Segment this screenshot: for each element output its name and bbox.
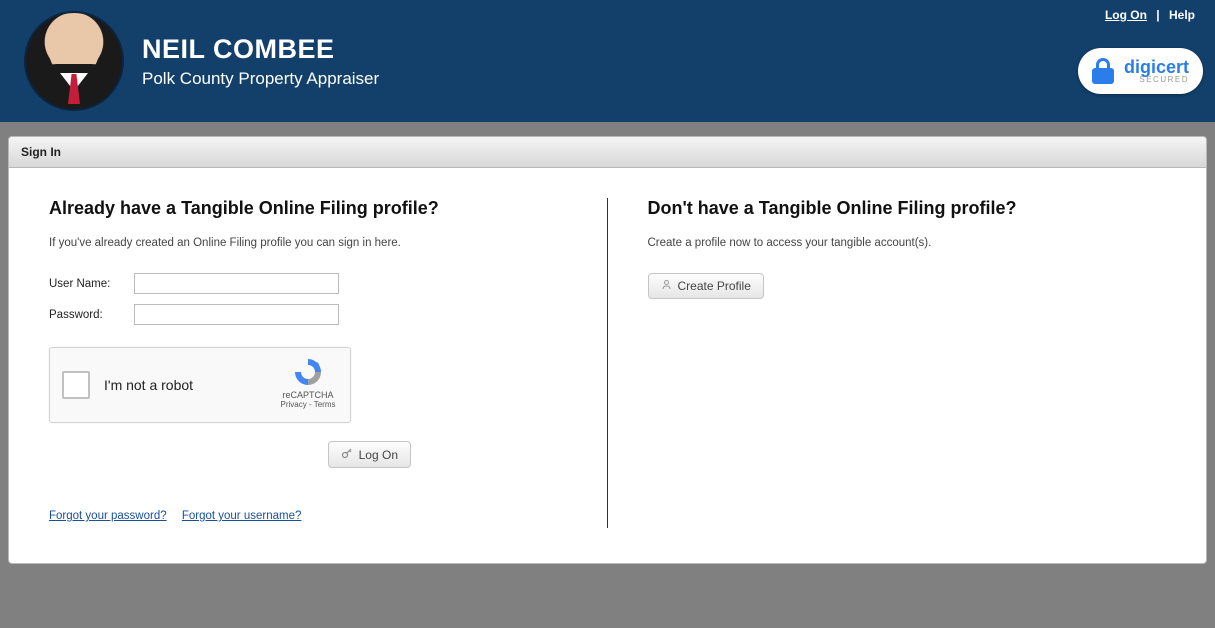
signin-desc: If you've already created an Online Fili… xyxy=(49,237,567,249)
signin-panel: Sign In Already have a Tangible Online F… xyxy=(8,136,1207,564)
site-header: NEIL COMBEE Polk County Property Apprais… xyxy=(0,0,1215,122)
username-input[interactable] xyxy=(134,273,339,294)
forgot-password-link[interactable]: Forgot your password? xyxy=(49,510,167,522)
official-avatar xyxy=(24,11,124,111)
link-separator: | xyxy=(1156,8,1159,22)
lock-icon xyxy=(1088,56,1118,86)
person-icon xyxy=(661,279,672,293)
create-profile-column: Don't have a Tangible Online Filing prof… xyxy=(608,198,1207,528)
panel-title: Sign In xyxy=(9,137,1206,168)
recaptcha-links: Privacy - Terms xyxy=(278,400,338,409)
create-desc: Create a profile now to access your tang… xyxy=(648,237,1167,249)
recaptcha-brand: reCAPTCHA xyxy=(278,390,338,400)
official-name: NEIL COMBEE xyxy=(142,34,379,65)
logon-link[interactable]: Log On xyxy=(1105,8,1147,22)
security-badge[interactable]: digicert SECURED xyxy=(1078,48,1203,94)
official-title: Polk County Property Appraiser xyxy=(142,69,379,89)
key-icon xyxy=(341,447,353,462)
username-label: User Name: xyxy=(49,278,134,290)
badge-secured: SECURED xyxy=(1124,76,1189,84)
signin-column: Already have a Tangible Online Filing pr… xyxy=(9,198,608,528)
header-links: Log On | Help xyxy=(1105,8,1195,22)
recaptcha-checkbox[interactable] xyxy=(62,371,90,399)
recaptcha-logo-icon xyxy=(292,356,324,388)
logon-button[interactable]: Log On xyxy=(328,441,411,468)
password-input[interactable] xyxy=(134,304,339,325)
badge-brand: digicert xyxy=(1124,58,1189,76)
recaptcha-terms-link[interactable]: Terms xyxy=(314,400,336,409)
recaptcha-privacy-link[interactable]: Privacy xyxy=(281,400,307,409)
help-link[interactable]: Help xyxy=(1169,8,1195,22)
forgot-username-link[interactable]: Forgot your username? xyxy=(182,510,302,522)
password-label: Password: xyxy=(49,309,134,321)
header-text: NEIL COMBEE Polk County Property Apprais… xyxy=(142,34,379,89)
create-profile-button[interactable]: Create Profile xyxy=(648,273,764,299)
create-heading: Don't have a Tangible Online Filing prof… xyxy=(648,198,1167,219)
signin-heading: Already have a Tangible Online Filing pr… xyxy=(49,198,567,219)
logon-button-label: Log On xyxy=(359,448,398,462)
create-profile-button-label: Create Profile xyxy=(678,279,751,293)
recaptcha-widget: I'm not a robot reCAPTCHA xyxy=(49,347,351,423)
recaptcha-label: I'm not a robot xyxy=(104,377,193,393)
